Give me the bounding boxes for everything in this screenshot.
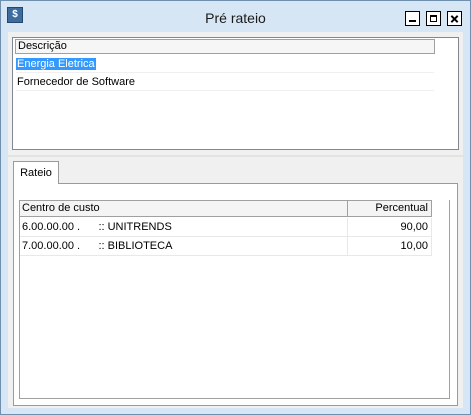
descricao-list[interactable]: Descrição Energia Eletrica Fornecedor de… bbox=[12, 37, 459, 150]
cell-percentual: 90,00 bbox=[348, 218, 432, 236]
cell-centro-de-custo: 6.00.00.00 . :: UNITRENDS bbox=[20, 218, 348, 236]
column-header-percentual[interactable]: Percentual bbox=[348, 201, 432, 216]
descricao-column-header[interactable]: Descrição bbox=[15, 39, 435, 54]
maximize-button[interactable] bbox=[426, 11, 441, 26]
table-row[interactable]: 6.00.00.00 . :: UNITRENDS 90,00 bbox=[20, 218, 432, 237]
rateio-tab-panel: Centro de custo Percentual 6.00.00.00 . … bbox=[13, 183, 458, 406]
splitter[interactable] bbox=[8, 155, 463, 157]
client-area: Descrição Energia Eletrica Fornecedor de… bbox=[8, 32, 463, 408]
list-item-label: Fornecedor de Software bbox=[17, 76, 136, 88]
close-button[interactable] bbox=[447, 11, 462, 26]
title-bar[interactable]: $ Pré rateio bbox=[1, 1, 470, 32]
table-row[interactable]: 7.00.00.00 . :: BIBLIOTECA 10,00 bbox=[20, 237, 432, 256]
column-header-centro-de-custo[interactable]: Centro de custo bbox=[20, 201, 348, 216]
list-item[interactable]: Energia Eletrica bbox=[16, 55, 434, 73]
cell-percentual: 10,00 bbox=[348, 237, 432, 255]
minimize-button[interactable] bbox=[405, 11, 420, 26]
grid-header: Centro de custo Percentual bbox=[20, 200, 432, 217]
rateio-grid[interactable]: Centro de custo Percentual 6.00.00.00 . … bbox=[19, 200, 450, 399]
cell-centro-de-custo: 7.00.00.00 . :: BIBLIOTECA bbox=[20, 237, 348, 255]
pre-rateio-window: $ Pré rateio Descrição Energia Eletrica … bbox=[0, 0, 471, 415]
list-item[interactable]: Fornecedor de Software bbox=[16, 73, 434, 91]
tab-rateio[interactable]: Rateio bbox=[13, 161, 59, 184]
list-item-label: Energia Eletrica bbox=[16, 58, 96, 70]
window-title: Pré rateio bbox=[205, 10, 266, 26]
